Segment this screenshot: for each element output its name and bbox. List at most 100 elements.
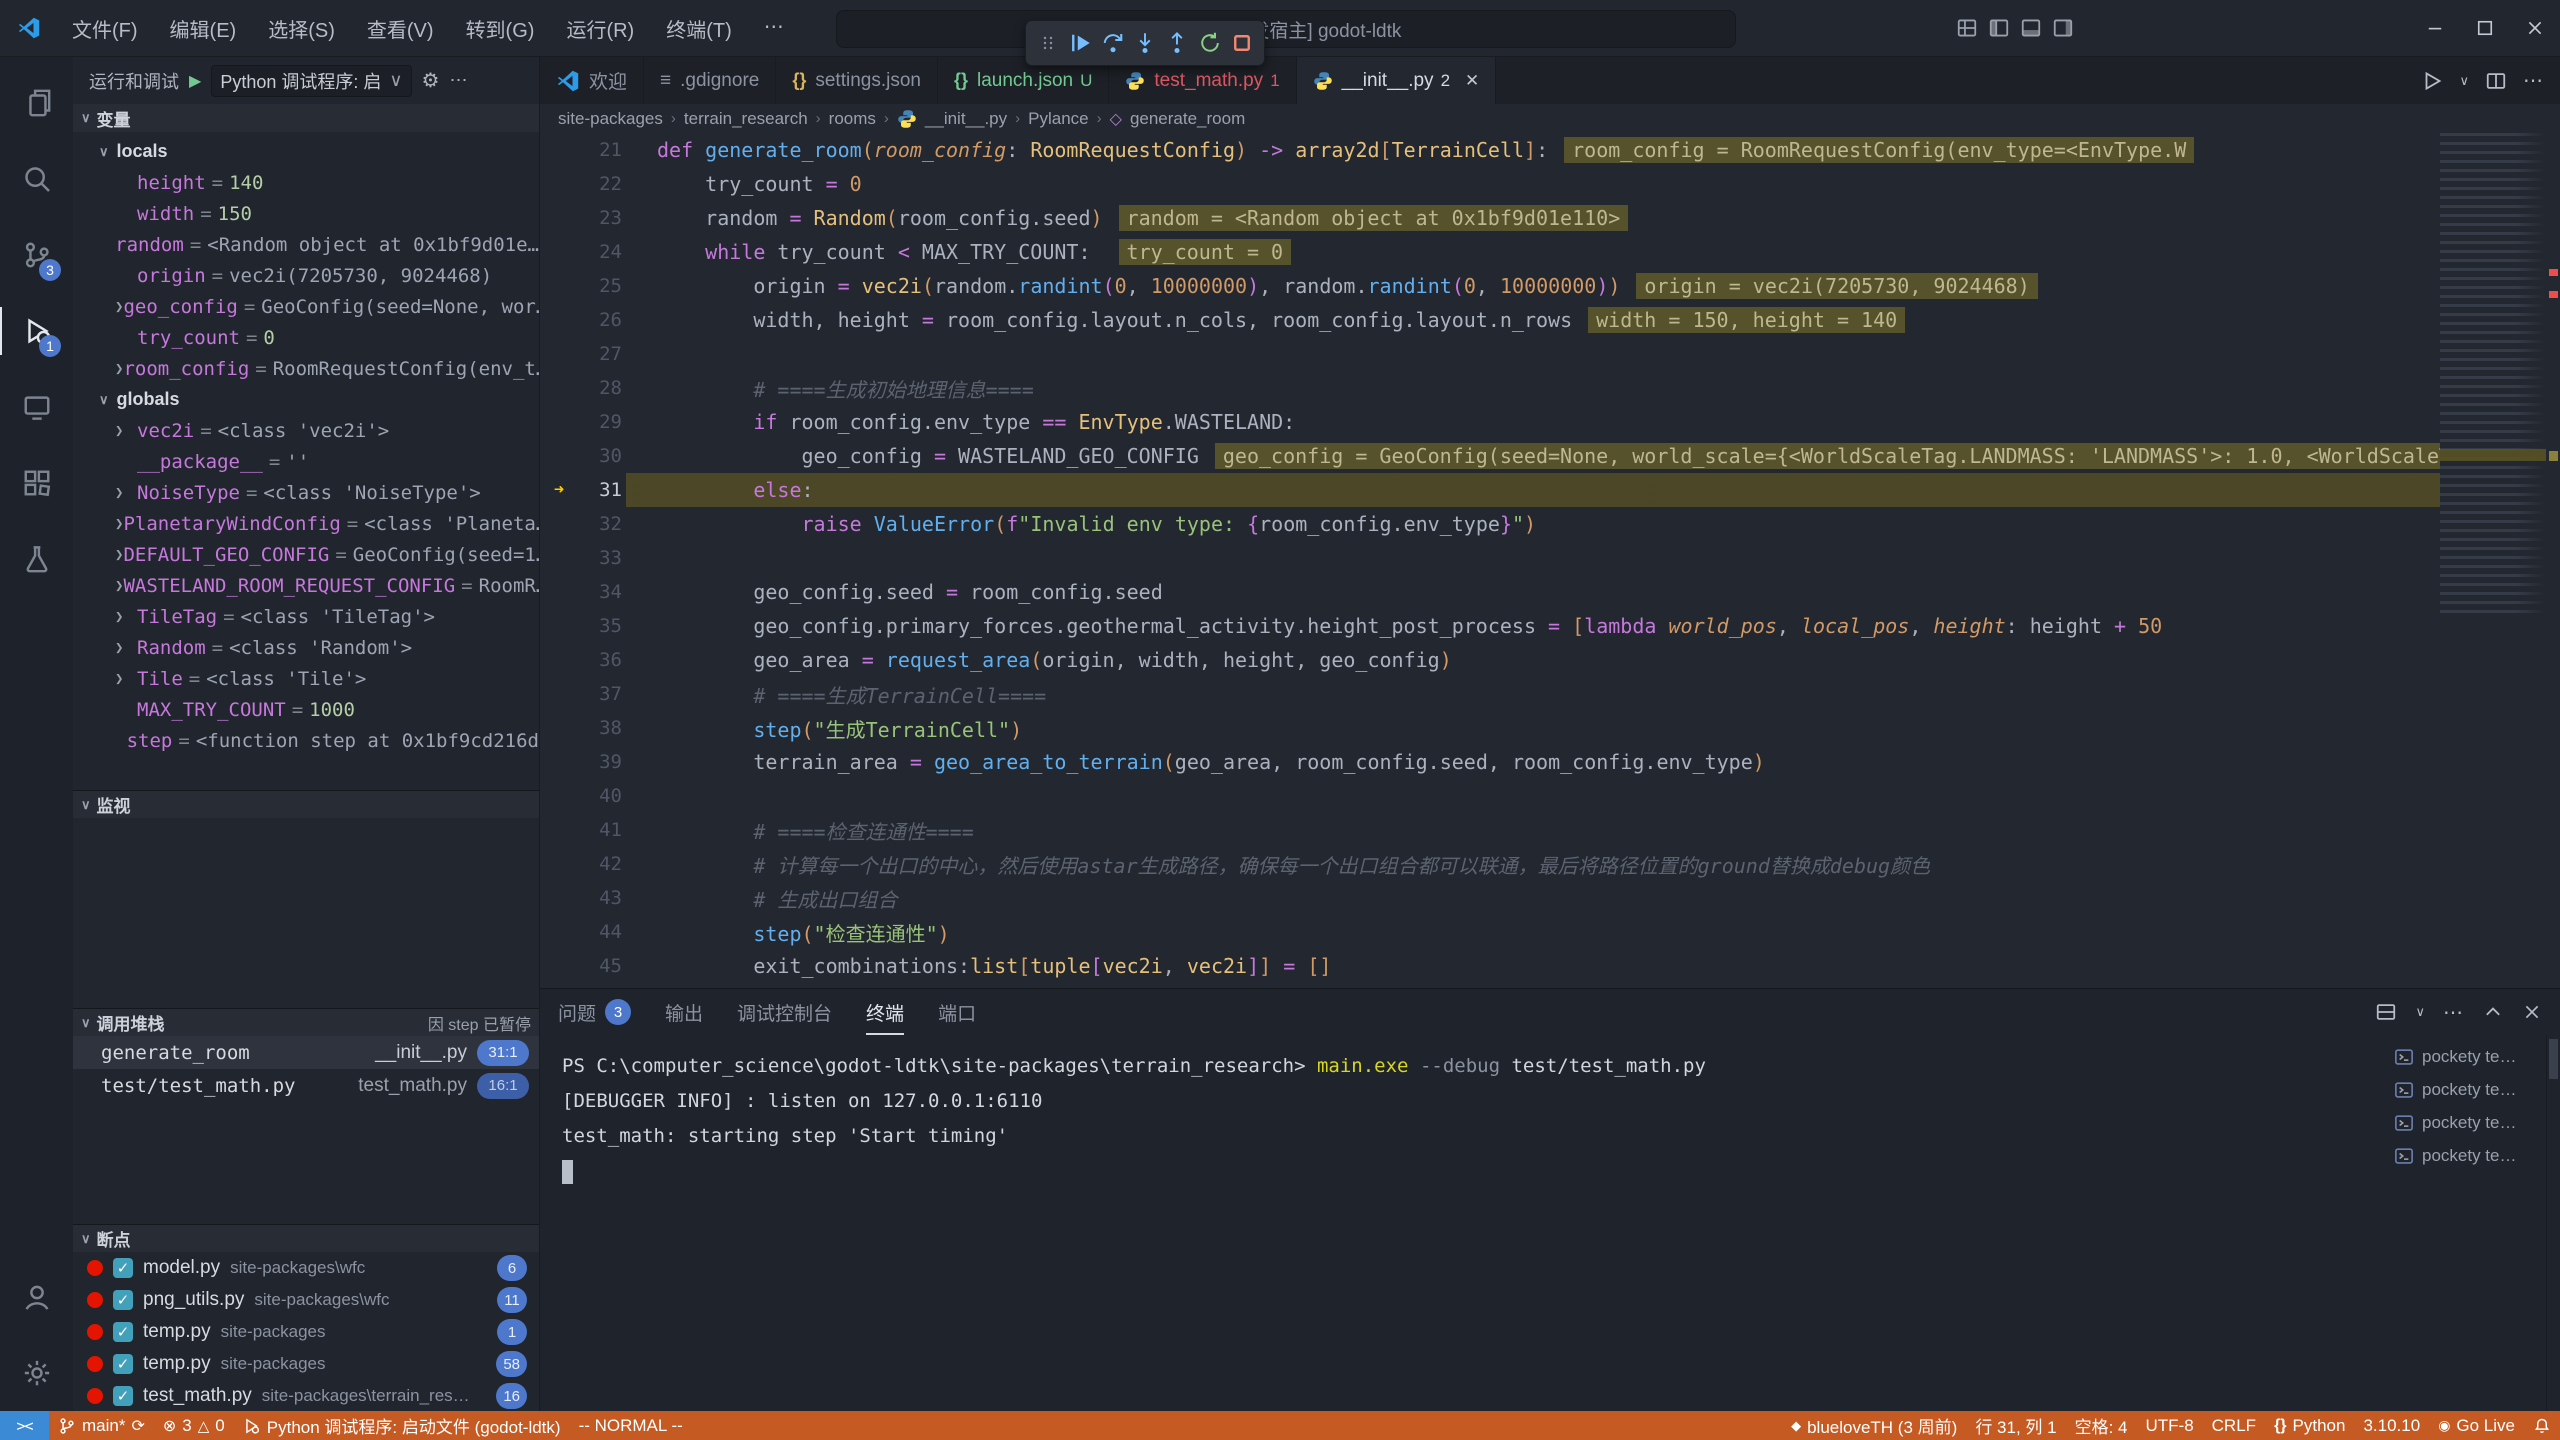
terminal-list-item[interactable]: pockety te… [2386,1074,2546,1105]
activity-search[interactable] [0,141,73,217]
chevron-up-icon[interactable] [2482,1001,2504,1023]
panel-tab-调试控制台[interactable]: 调试控制台 [737,989,832,1035]
run-python-icon[interactable] [2421,70,2443,92]
tab-.gdignore[interactable]: ≡.gdignore [644,57,776,104]
sidebar-left-icon[interactable] [1988,17,2010,39]
terminal-output[interactable]: PS C:\computer_science\godot-ldtk\site-p… [540,1035,2386,1411]
menu-编辑[interactable]: 编辑(E) [156,8,251,49]
status-item-3.10.10[interactable]: 3.10.10 [2354,1411,2429,1440]
status-item-Python[interactable]: {}Python [2265,1411,2354,1440]
variable-row[interactable]: width=150 [73,198,539,229]
ellipsis-icon[interactable]: ⋯ [2443,1000,2464,1025]
minimap[interactable] [2440,133,2546,613]
variable-row[interactable]: ❯room_config=RoomRequestConfig(env_t… [73,353,539,384]
minimize-button[interactable] [2410,0,2460,56]
menu-转到[interactable]: 转到(G) [452,8,549,49]
status-item-blueloveTH (3 周前)[interactable]: ◆blueloveTH (3 周前) [1782,1411,1966,1440]
watch-section-header[interactable]: ∨ 监视 [73,790,539,818]
code-line-35[interactable]: 35 geo_config.primary_forces.geothermal_… [540,609,2440,643]
terminal-list-item[interactable]: pockety te… [2386,1107,2546,1138]
continue-button[interactable] [1066,26,1094,60]
panel-tab-问题[interactable]: 问题3 [558,989,631,1035]
status-item-Python 调试程序: 启动文件 (godot-ldtk)[interactable]: Python 调试程序: 启动文件 (godot-ldtk) [234,1411,570,1440]
variable-row[interactable]: random=<Random object at 0x1bf9d01e… [73,229,539,260]
code-line-36[interactable]: 36 geo_area = request_area(origin, width… [540,643,2440,677]
step-into-button[interactable] [1131,26,1159,60]
variable-row[interactable]: ❯Tile=<class 'Tile'> [73,663,539,694]
variable-row[interactable]: __package__='' [73,446,539,477]
breakpoints-section-header[interactable]: ∨ 断点 [73,1224,539,1252]
variable-row[interactable]: ❯NoiseType=<class 'NoiseType'> [73,477,539,508]
breakpoint-checkbox[interactable]: ✓ [113,1258,133,1278]
terminal-list-item[interactable]: pockety te… [2386,1041,2546,1072]
code-editor[interactable]: 21def generate_room(room_config: RoomReq… [540,133,2560,988]
split-editor-icon[interactable] [2485,70,2507,92]
breakpoint-checkbox[interactable]: ✓ [113,1290,133,1310]
code-line-25[interactable]: 25 origin = vec2i(random.randint(0, 1000… [540,269,2440,303]
caret-down-icon[interactable]: ∨ [2415,1004,2425,1020]
variable-row[interactable]: origin=vec2i(7205730, 9024468) [73,260,539,291]
variable-row[interactable]: ❯PlanetaryWindConfig=<class 'Planeta… [73,508,539,539]
status-item-bell-icon[interactable] [2524,1411,2560,1440]
code-line-31[interactable]: ➜31 else: [540,473,2440,507]
menu-文件[interactable]: 文件(F) [58,8,152,49]
breadcrumb-item[interactable]: ›Pylance [1015,109,1088,129]
split-panel-icon[interactable] [2375,1001,2397,1023]
activity-debug[interactable]: 1 [0,293,73,369]
terminal-scrollbar[interactable] [2546,1035,2560,1411]
layout-grid-icon[interactable] [1956,17,1978,39]
panel-bottom-icon[interactable] [2020,17,2042,39]
close-button[interactable] [2510,0,2560,56]
status-item-CRLF[interactable]: CRLF [2203,1411,2265,1440]
variable-row[interactable]: ❯geo_config=GeoConfig(seed=None, wor… [73,291,539,322]
breakpoint-checkbox[interactable]: ✓ [113,1386,133,1406]
activity-extensions[interactable] [0,445,73,521]
variable-row[interactable]: MAX_TRY_COUNT=1000 [73,694,539,725]
settings-gear-icon[interactable]: ⚙ [422,68,440,93]
breadcrumb-item[interactable]: site-packages [558,109,663,129]
step-over-button[interactable] [1099,26,1127,60]
stop-button[interactable] [1228,26,1256,60]
breakpoint-checkbox[interactable]: ✓ [113,1322,133,1342]
call-stack-section-header[interactable]: ∨ 调用堆栈 因 step 已暂停 [73,1008,539,1036]
breadcrumb-item[interactable]: ›__init__.py [884,109,1007,129]
variables-section-header[interactable]: ∨ 变量 [73,104,539,132]
status-item-main*[interactable]: main*⟳ [49,1411,154,1440]
menu-查看[interactable]: 查看(V) [353,8,448,49]
code-line-33[interactable]: 33 [540,541,2440,575]
status-item-空格: 4[interactable]: 空格: 4 [2066,1411,2137,1440]
remote-indicator[interactable]: >< [0,1411,49,1440]
breadcrumb-item[interactable]: ›rooms [816,109,876,129]
launch-config-select[interactable]: Python 调试程序: 启 ∨ [211,65,411,97]
panel-tab-端口[interactable]: 端口 [938,989,976,1035]
step-out-button[interactable] [1163,26,1191,60]
menu-运行[interactable]: 运行(R) [552,8,648,49]
code-line-27[interactable]: 27 [540,337,2440,371]
breadcrumb-item[interactable]: ›◇generate_room [1097,109,1246,129]
code-line-29[interactable]: 29 if room_config.env_type == EnvType.WA… [540,405,2440,439]
breakpoint-row[interactable]: ✓png_utils.pysite-packages\wfc11 [73,1284,539,1316]
code-line-34[interactable]: 34 geo_config.seed = room_config.seed [540,575,2440,609]
panel-tab-终端[interactable]: 终端 [866,989,904,1035]
variable-row[interactable]: ❯vec2i=<class 'vec2i'> [73,415,539,446]
code-line-28[interactable]: 28 # ====生成初始地理信息==== [540,371,2440,405]
code-line-40[interactable]: 40 [540,779,2440,813]
code-line-23[interactable]: 23 random = Random(room_config.seed)rand… [540,201,2440,235]
status-item-Go Live[interactable]: ◉Go Live [2429,1411,2524,1440]
activity-test-beaker[interactable] [0,521,73,597]
activity-remote-explorer[interactable] [0,369,73,445]
activity-account[interactable] [0,1259,73,1335]
variable-row[interactable]: ❯Random=<class 'Random'> [73,632,539,663]
code-line-37[interactable]: 37 # ====生成TerrainCell==== [540,677,2440,711]
menu-选择[interactable]: 选择(S) [254,8,349,49]
code-line-38[interactable]: 38 step("生成TerrainCell") [540,711,2440,745]
code-line-43[interactable]: 43 # 生成出口组合 [540,881,2440,915]
scope-locals[interactable]: ∨locals [73,136,539,167]
command-center-search[interactable]: ⌕ [扩展开发宿主] godot-ldtk [836,10,1736,48]
breakpoint-row[interactable]: ✓temp.pysite-packages1 [73,1316,539,1348]
code-line-24[interactable]: 24 while try_count < MAX_TRY_COUNT: try_… [540,235,2440,269]
drag-grip-button[interactable] [1034,26,1062,60]
code-line-39[interactable]: 39 terrain_area = geo_area_to_terrain(ge… [540,745,2440,779]
close-icon[interactable]: ✕ [1465,71,1479,91]
code-line-32[interactable]: 32 raise ValueError(f"Invalid env type: … [540,507,2440,541]
